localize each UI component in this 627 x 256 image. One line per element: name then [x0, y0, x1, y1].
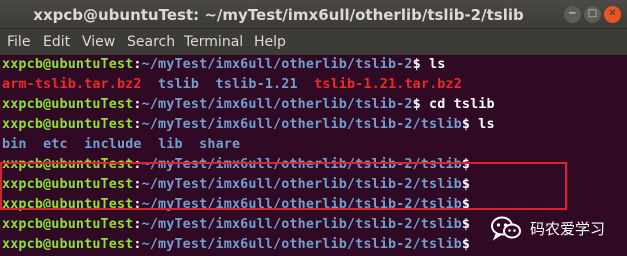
prompt-line: xxpcb@ubuntuTest:~/myTest/imx6ull/otherl…: [2, 115, 495, 135]
prompt-user: xxpcb@ubuntuTest: [2, 217, 134, 232]
prompt-user: xxpcb@ubuntuTest: [2, 57, 134, 72]
menu-edit[interactable]: Edit: [43, 34, 70, 50]
prompt-sep: :: [133, 117, 142, 132]
directory-entry: include: [84, 137, 142, 152]
prompt-line: xxpcb@ubuntuTest:~/myTest/imx6ull/otherl…: [2, 55, 445, 75]
prompt-user: xxpcb@ubuntuTest: [2, 97, 134, 112]
prompt-user: xxpcb@ubuntuTest: [2, 237, 134, 252]
prompt-path: ~/myTest/imx6ull/otherlib/tslib-2/tslib: [141, 117, 462, 132]
prompt-sep: :: [133, 97, 142, 112]
minimize-button[interactable]: −: [564, 6, 581, 23]
prompt-dollar: $: [461, 237, 471, 252]
prompt-line: xxpcb@ubuntuTest:~/myTest/imx6ull/otherl…: [2, 215, 470, 235]
directory-entry: lib: [158, 137, 183, 152]
prompt-path: ~/myTest/imx6ull/otherlib/tslib-2/tslib: [141, 217, 462, 232]
directory-entry: etc: [43, 137, 68, 152]
prompt-path: ~/myTest/imx6ull/otherlib/tslib-2: [141, 97, 413, 112]
archive-file: arm-tslib.tar.bz2: [2, 77, 142, 92]
command-text: ls: [420, 57, 446, 72]
menu-help[interactable]: Help: [254, 34, 286, 50]
prompt-user: xxpcb@ubuntuTest: [2, 117, 134, 132]
directory-entry: tslib: [158, 77, 200, 92]
wechat-icon: [490, 215, 522, 245]
command-text: cd tslib: [420, 97, 495, 112]
prompt-path: ~/myTest/imx6ull/otherlib/tslib-2: [141, 57, 413, 72]
maximize-button[interactable]: □: [584, 6, 601, 23]
prompt-line: xxpcb@ubuntuTest:~/myTest/imx6ull/otherl…: [2, 235, 470, 255]
highlight-box: [0, 162, 567, 210]
directory-entry: bin: [2, 137, 27, 152]
ls-output-line: arm-tslib.tar.bz2 tslib tslib-1.21 tslib…: [2, 75, 462, 95]
menu-search[interactable]: Search: [127, 34, 175, 50]
watermark-text: 码农爱学习: [530, 220, 606, 238]
menu-view[interactable]: View: [82, 34, 115, 50]
prompt-dollar: $: [412, 57, 421, 72]
title-bar: xxpcb@ubuntuTest: ~/myTest/imx6ull/other…: [0, 0, 627, 29]
prompt-dollar: $: [412, 97, 421, 112]
prompt-line: xxpcb@ubuntuTest:~/myTest/imx6ull/otherl…: [2, 95, 495, 115]
close-button[interactable]: ✕: [604, 6, 621, 23]
prompt-dollar: $: [461, 117, 471, 132]
directory-entry: tslib-1.21: [215, 77, 298, 92]
menu-file[interactable]: File: [7, 34, 30, 50]
prompt-dollar: $: [461, 217, 471, 232]
archive-file: tslib-1.21.tar.bz2: [314, 77, 462, 92]
watermark: 码农爱学习: [490, 212, 620, 244]
prompt-sep: :: [133, 237, 142, 252]
menu-bar: File Edit View Search Terminal Help: [0, 29, 627, 55]
window-title: xxpcb@ubuntuTest: ~/myTest/imx6ull/other…: [33, 6, 524, 24]
prompt-path: ~/myTest/imx6ull/otherlib/tslib-2/tslib: [141, 237, 462, 252]
menu-terminal[interactable]: Terminal: [184, 34, 243, 50]
directory-entry: share: [199, 137, 241, 152]
ls-output-line: bin etc include lib share: [2, 135, 240, 155]
prompt-sep: :: [133, 57, 142, 72]
command-text: ls: [470, 117, 495, 132]
prompt-sep: :: [133, 217, 142, 232]
